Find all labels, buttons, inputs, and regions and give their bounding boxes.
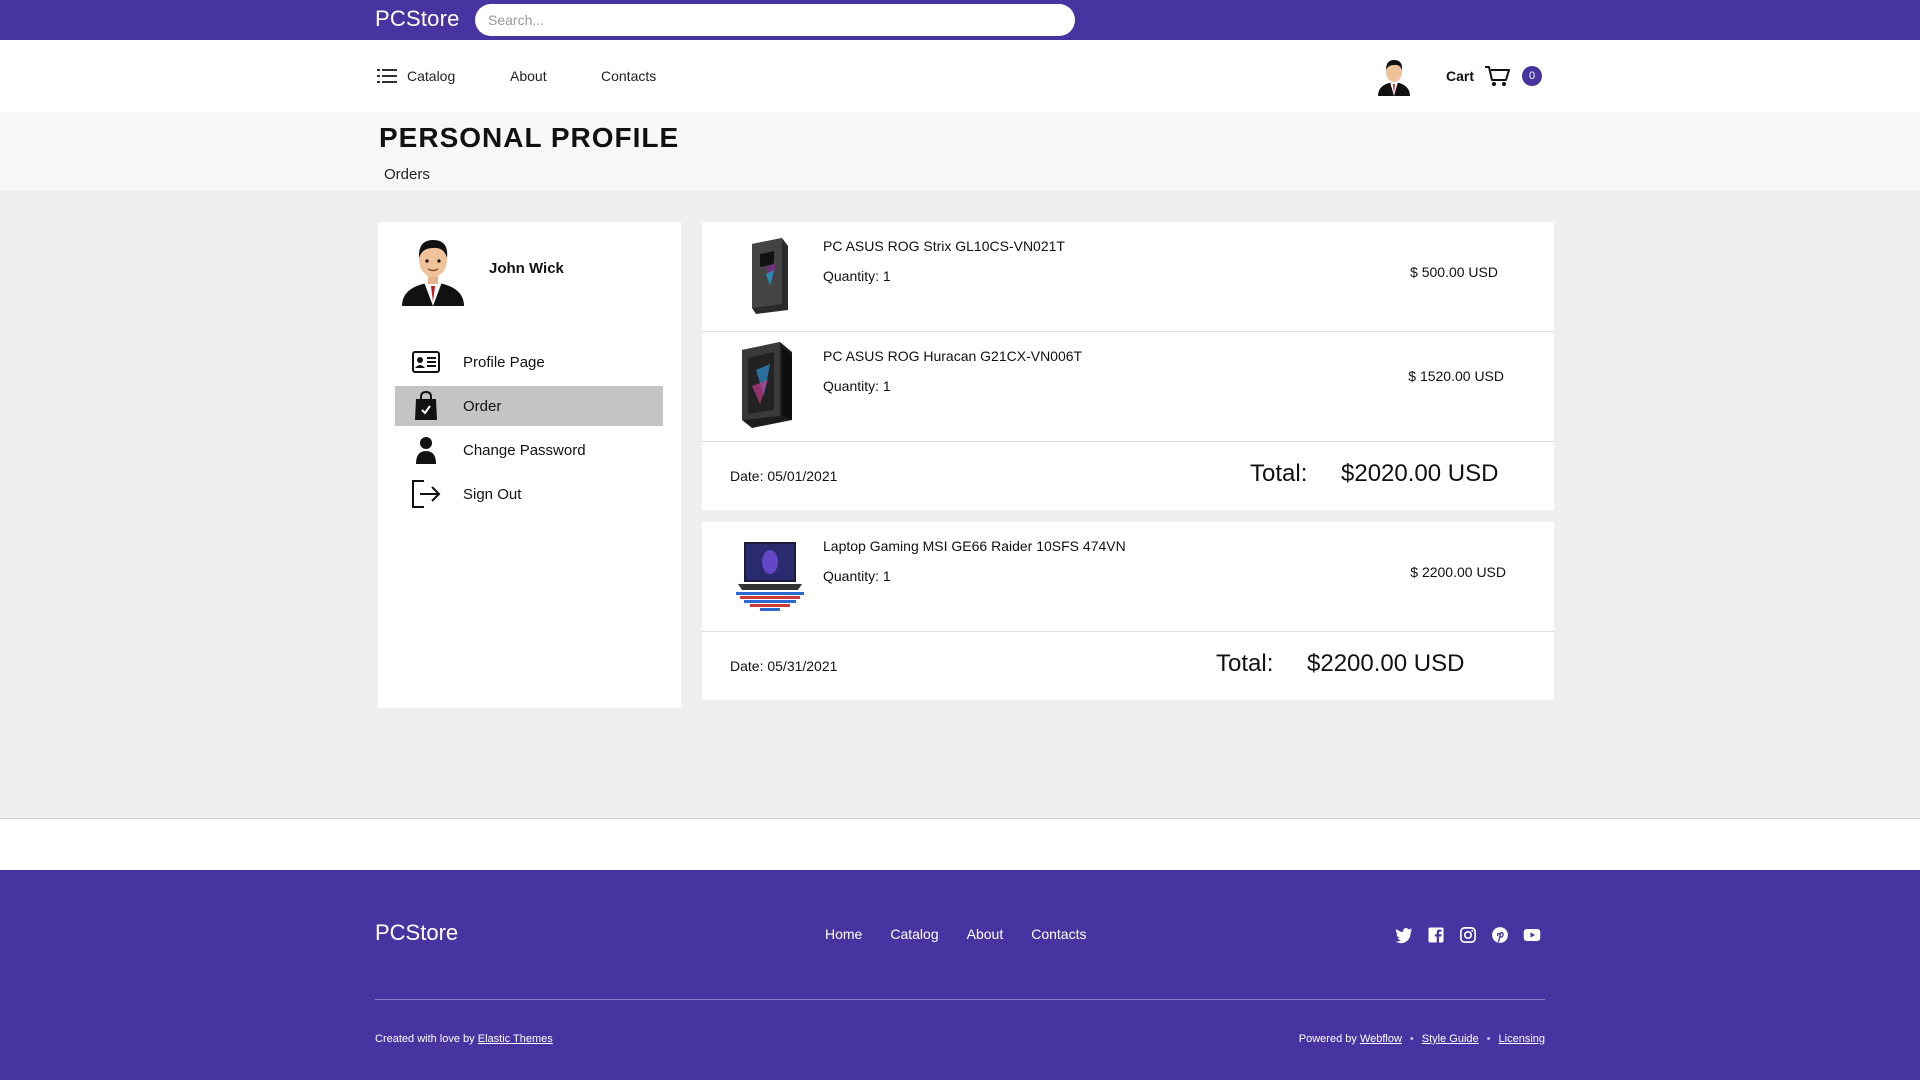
webflow-link[interactable]: Webflow — [1360, 1033, 1402, 1045]
menu-item-label: Sign Out — [463, 485, 522, 503]
footer-nav: Home Catalog About Contacts — [825, 926, 1086, 942]
product-price: $ 1520.00 USD — [1408, 368, 1504, 384]
page-header: PERSONAL PROFILE Orders — [0, 112, 1920, 190]
top-bar: PCStore — [0, 0, 1920, 40]
powered-prefix: Powered by — [1298, 1033, 1357, 1045]
content-divider — [0, 818, 1920, 870]
licensing-link[interactable]: Licensing — [1499, 1033, 1545, 1045]
page-title: PERSONAL PROFILE — [379, 122, 680, 153]
style-guide-link[interactable]: Style Guide — [1422, 1033, 1479, 1045]
sign-out-icon — [411, 479, 441, 509]
separator-dot: • — [1409, 1033, 1414, 1045]
social-links — [1395, 926, 1541, 944]
nav-catalog-label: Catalog — [407, 68, 456, 84]
facebook-icon[interactable] — [1427, 926, 1445, 944]
cart-label: Cart — [1446, 68, 1475, 84]
product-quantity: Quantity: 1 — [823, 568, 891, 584]
order-item[interactable]: Laptop Gaming MSI GE66 Raider 10SFS 474V… — [702, 522, 1554, 632]
product-price: $ 500.00 USD — [1410, 264, 1498, 280]
user-avatar-icon[interactable] — [1376, 56, 1412, 96]
credit-prefix: Created with love by — [375, 1033, 475, 1045]
footer-link-about[interactable]: About — [967, 926, 1004, 942]
footer: PCStore Home Catalog About Contacts Crea… — [0, 870, 1920, 1080]
menu-item-order[interactable]: Order — [395, 386, 663, 426]
person-icon — [411, 435, 441, 465]
product-image-pc-tower — [752, 238, 788, 314]
nav-contacts[interactable]: Contacts — [601, 40, 656, 112]
cart-icon — [1485, 66, 1511, 86]
footer-meta-links: Powered by Webflow • Style Guide • Licen… — [1299, 1033, 1545, 1045]
footer-credit: Created with love by Elastic Themes — [375, 1033, 553, 1045]
id-card-icon — [411, 347, 441, 377]
twitter-icon[interactable] — [1395, 926, 1413, 944]
product-price: $ 2200.00 USD — [1410, 564, 1506, 580]
order-summary: Date: 05/31/2021 Total: $2200.00 USD — [702, 632, 1554, 700]
order-card: Laptop Gaming MSI GE66 Raider 10SFS 474V… — [702, 522, 1554, 700]
order-total-value: $2200.00 USD — [1307, 650, 1465, 677]
order-date: Date: 05/31/2021 — [730, 658, 838, 674]
order-total-label: Total: — [1250, 460, 1308, 487]
product-name[interactable]: PC ASUS ROG Huracan G21CX-VN006T — [823, 348, 1082, 364]
product-name[interactable]: PC ASUS ROG Strix GL10CS-VN021T — [823, 238, 1065, 254]
main-nav: Catalog About Contacts Cart 0 — [0, 40, 1920, 112]
product-quantity: Quantity: 1 — [823, 378, 891, 394]
nav-about[interactable]: About — [510, 40, 547, 112]
profile-avatar-icon — [402, 240, 464, 306]
brand-logo[interactable]: PCStore — [375, 6, 460, 32]
menu-item-profile-page[interactable]: Profile Page — [395, 342, 663, 382]
profile-menu: Profile Page Order Change Password Sign … — [395, 342, 663, 518]
product-image-laptop — [736, 542, 804, 611]
order-total-value: $2020.00 USD — [1341, 460, 1499, 487]
menu-item-sign-out[interactable]: Sign Out — [395, 474, 663, 514]
product-quantity: Quantity: 1 — [823, 268, 891, 284]
separator-dot: • — [1486, 1033, 1491, 1045]
cart-button[interactable]: Cart 0 — [1446, 40, 1543, 112]
list-icon — [377, 69, 397, 83]
order-item[interactable]: PC ASUS ROG Strix GL10CS-VN021T Quantity… — [702, 222, 1554, 332]
elastic-themes-link[interactable]: Elastic Themes — [478, 1033, 553, 1045]
order-card: PC ASUS ROG Strix GL10CS-VN021T Quantity… — [702, 222, 1554, 510]
pinterest-icon[interactable] — [1491, 926, 1509, 944]
profile-name: John Wick — [489, 260, 564, 277]
instagram-icon[interactable] — [1459, 926, 1477, 944]
menu-item-label: Change Password — [463, 441, 586, 459]
orders-list: PC ASUS ROG Strix GL10CS-VN021T Quantity… — [702, 222, 1554, 712]
footer-link-contacts[interactable]: Contacts — [1031, 926, 1086, 942]
order-total-label: Total: — [1216, 650, 1274, 677]
product-name[interactable]: Laptop Gaming MSI GE66 Raider 10SFS 474V… — [823, 538, 1126, 554]
footer-brand-logo[interactable]: PCStore — [375, 920, 458, 946]
footer-divider — [375, 999, 1545, 1000]
order-summary: Date: 05/01/2021 Total: $2020.00 USD — [702, 442, 1554, 510]
profile-sidebar: John Wick Profile Page Order Change Pass… — [378, 222, 681, 708]
cart-count-badge: 0 — [1522, 66, 1543, 86]
order-item[interactable]: PC ASUS ROG Huracan G21CX-VN006T Quantit… — [702, 332, 1554, 442]
product-image-pc-tower — [742, 342, 792, 428]
menu-item-label: Profile Page — [463, 353, 545, 371]
page-subtitle: Orders — [384, 166, 430, 183]
youtube-icon[interactable] — [1523, 926, 1541, 944]
order-date: Date: 05/01/2021 — [730, 468, 838, 484]
shopping-bag-icon — [411, 391, 441, 421]
footer-link-catalog[interactable]: Catalog — [890, 926, 938, 942]
nav-catalog[interactable]: Catalog — [377, 40, 455, 112]
search-input[interactable] — [475, 4, 1075, 36]
menu-item-change-password[interactable]: Change Password — [395, 430, 663, 470]
footer-link-home[interactable]: Home — [825, 926, 862, 942]
menu-item-label: Order — [463, 397, 502, 415]
